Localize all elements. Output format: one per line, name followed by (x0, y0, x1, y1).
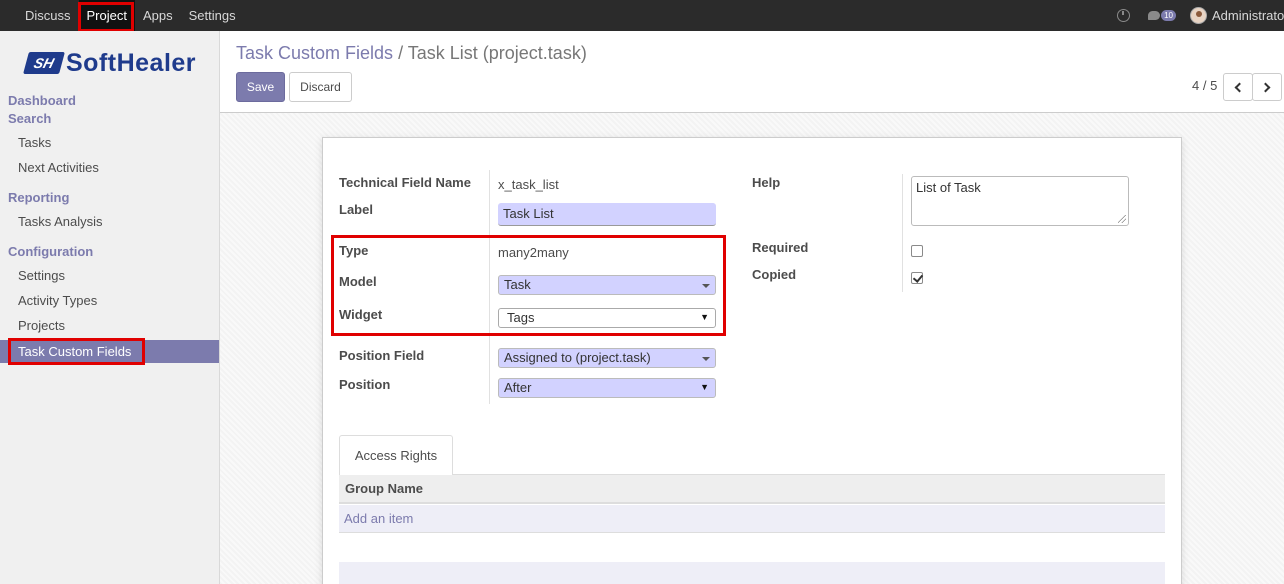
add-an-item-link[interactable]: Add an item (344, 511, 413, 526)
user-avatar[interactable] (1190, 7, 1207, 24)
pager-previous-button[interactable] (1223, 73, 1253, 101)
sidebar-item-label: Task Custom Fields (18, 344, 132, 359)
logo-text: SoftHealer (66, 48, 197, 77)
chevron-left-icon (1234, 82, 1245, 92)
copied-checkbox[interactable] (911, 272, 923, 284)
menu-apps[interactable]: Apps (135, 0, 181, 31)
menu-project[interactable]: Project (78, 0, 135, 31)
position-field-select[interactable]: Assigned to (project.task) (498, 348, 716, 368)
messaging-button[interactable]: 10 (1148, 10, 1176, 21)
table-footer (339, 562, 1165, 584)
sidebar-item-next-activities[interactable]: Next Activities (18, 160, 99, 175)
position-field-label: Position Field (339, 348, 425, 363)
widget-select[interactable]: Tags ▼ (498, 308, 716, 328)
pager-value: 4 / 5 (1192, 78, 1218, 93)
technical-field-name-label: Technical Field Name (339, 175, 471, 190)
position-select-value: After (504, 380, 532, 395)
position-label: Position (339, 377, 391, 392)
softhealer-logo: SH SoftHealer (23, 48, 197, 77)
position-select[interactable]: After ▼ (498, 378, 716, 398)
position-field-select-value: Assigned to (project.task) (504, 350, 651, 365)
discard-button[interactable]: Discard (289, 72, 352, 102)
user-menu-name[interactable]: Administrator (1212, 8, 1284, 23)
model-label: Model (339, 274, 377, 289)
model-select-value: Task (504, 277, 531, 292)
table-row: Add an item (339, 505, 1165, 533)
label-input[interactable]: Task List (498, 203, 716, 226)
main-menu: Discuss Project Apps Settings (0, 0, 244, 31)
breadcrumb-separator: / (398, 43, 404, 63)
model-select[interactable]: Task (498, 275, 716, 295)
right-group-separator (902, 174, 903, 292)
chat-bubble-icon (1148, 11, 1161, 20)
help-textarea[interactable]: List of Task (911, 176, 1129, 226)
sidebar-item-tasks[interactable]: Tasks (18, 135, 51, 150)
breadcrumb: Task Custom Fields / Task List (project.… (236, 43, 587, 64)
logo-mark: SH (23, 52, 65, 74)
menu-discuss[interactable]: Discuss (17, 0, 79, 31)
required-label: Required (752, 240, 809, 255)
help-textarea-value: List of Task (916, 180, 981, 195)
pager-next-button[interactable] (1252, 73, 1282, 101)
left-group-separator (489, 170, 490, 404)
column-group-name[interactable]: Group Name (345, 481, 423, 496)
sidebar-item-projects[interactable]: Projects (18, 318, 65, 333)
widget-label: Widget (339, 307, 383, 322)
sidebar-item-activity-types[interactable]: Activity Types (18, 293, 97, 308)
widget-select-value: Tags (507, 310, 535, 325)
sidebar-item-tasks-analysis[interactable]: Tasks Analysis (18, 214, 103, 229)
sidebar-dashboard[interactable]: Dashboard (8, 93, 76, 108)
activity-clock-icon[interactable] (1117, 9, 1131, 22)
tab-access-rights[interactable]: Access Rights (339, 435, 453, 475)
sidebar-item-task-custom-fields[interactable]: Task Custom Fields (0, 340, 219, 363)
breadcrumb-parent[interactable]: Task Custom Fields (236, 43, 393, 63)
systray: 10 Administrator (1117, 0, 1284, 31)
access-rights-table-header: Group Name (339, 475, 1165, 504)
help-label: Help (752, 175, 781, 190)
caret-down-icon (702, 357, 710, 361)
type-label: Type (339, 243, 369, 258)
sidebar-configuration[interactable]: Configuration (8, 244, 93, 259)
triangle-down-icon: ▼ (700, 382, 709, 392)
sidebar-reporting[interactable]: Reporting (8, 190, 69, 205)
sidebar: SH SoftHealer Dashboard Search Tasks Nex… (0, 31, 220, 584)
triangle-down-icon: ▼ (700, 312, 709, 322)
type-value: many2many (498, 245, 569, 260)
save-button[interactable]: Save (236, 72, 285, 102)
technical-field-name-value: x_task_list (498, 177, 559, 192)
message-count-badge: 10 (1161, 10, 1176, 21)
top-navbar: Discuss Project Apps Settings 10 Adminis… (0, 0, 1284, 31)
required-checkbox[interactable] (911, 245, 923, 257)
breadcrumb-current: Task List (project.task) (407, 43, 587, 63)
resize-grip-icon[interactable] (1118, 215, 1126, 223)
copied-label: Copied (752, 267, 797, 282)
label-field-label: Label (339, 202, 373, 217)
caret-down-icon (702, 284, 710, 288)
sidebar-item-settings[interactable]: Settings (18, 268, 65, 283)
sidebar-search[interactable]: Search (8, 111, 51, 126)
menu-settings[interactable]: Settings (181, 0, 244, 31)
chevron-right-icon (1260, 82, 1271, 92)
